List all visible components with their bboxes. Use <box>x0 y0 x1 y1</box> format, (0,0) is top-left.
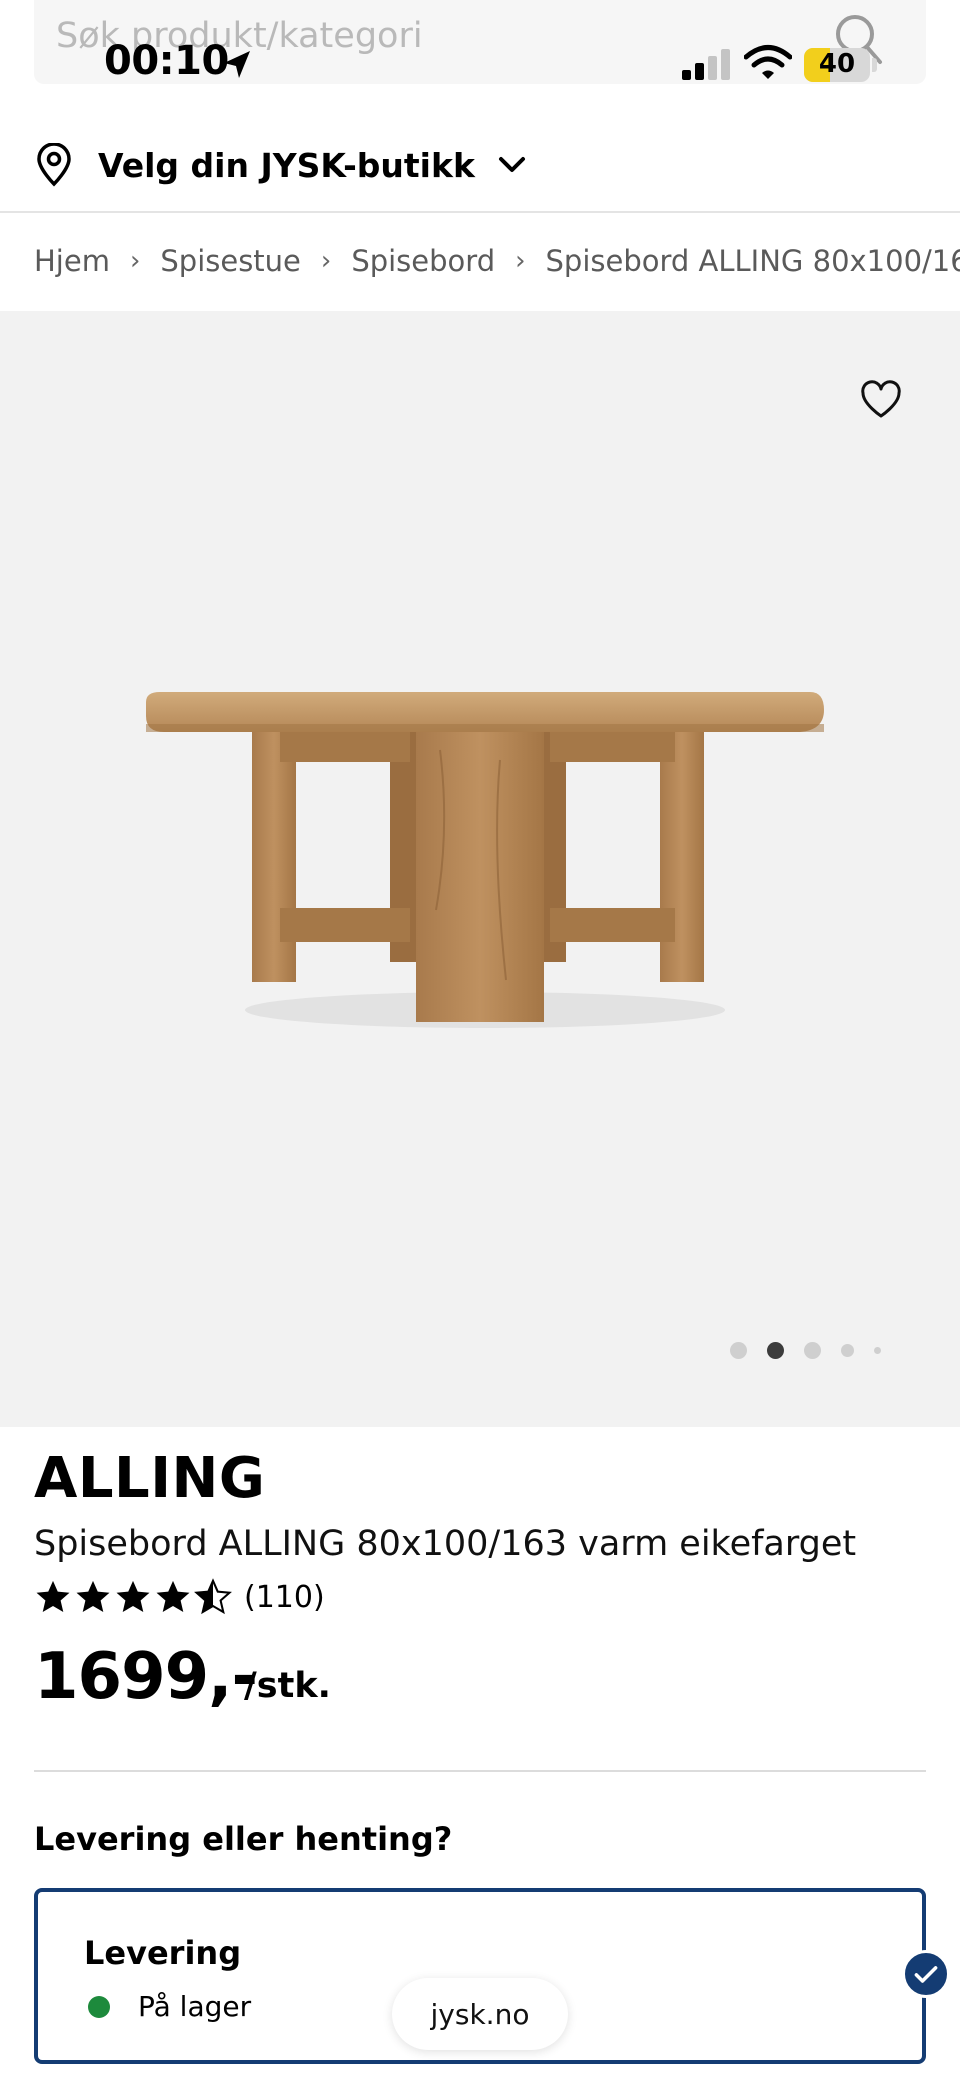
section-divider <box>34 1770 926 1772</box>
location-arrow-icon <box>224 51 250 78</box>
checkmark-selected-icon <box>902 1950 950 1998</box>
gallery-dot[interactable] <box>730 1342 747 1359</box>
cellular-signal-icon <box>682 49 730 80</box>
browser-url: jysk.no <box>430 1997 530 2031</box>
star-full-icon <box>156 1580 190 1613</box>
product-rating[interactable]: (110) <box>34 1578 325 1616</box>
delivery-option-title: Levering <box>84 1934 242 1972</box>
product-brand: ALLING <box>34 1446 266 1511</box>
gallery-dot[interactable] <box>841 1344 854 1357</box>
battery-cap <box>872 58 877 72</box>
header-divider <box>0 211 960 213</box>
gallery-dot[interactable] <box>874 1347 881 1354</box>
price-unit: /stk. <box>244 1666 331 1706</box>
store-picker-label: Velg din JYSK-butikk <box>98 145 475 185</box>
product-image <box>146 692 824 1028</box>
breadcrumb-item-current: Spisebord ALLING 80x100/163 varr <box>545 244 960 278</box>
browser-url-pill[interactable]: jysk.no <box>392 1978 568 2050</box>
store-picker[interactable]: Velg din JYSK-butikk <box>34 140 527 190</box>
breadcrumb-separator-icon: › <box>129 246 141 276</box>
stock-status: På lager <box>84 1990 251 2023</box>
star-full-icon <box>76 1580 110 1613</box>
gallery-dot[interactable] <box>804 1342 821 1359</box>
status-time: 00:10 <box>104 38 229 84</box>
product-name: Spisebord ALLING 80x100/163 varm eikefar… <box>34 1524 857 1564</box>
wifi-icon <box>744 45 792 79</box>
breadcrumb-item-dining-tables[interactable]: Spisebord <box>351 244 495 278</box>
stock-status-label: På lager <box>138 1990 252 2023</box>
heart-favorite-icon[interactable] <box>860 380 902 420</box>
chevron-down-icon <box>498 157 525 172</box>
location-pin-icon <box>37 143 71 187</box>
product-price: 1699,- <box>34 1640 258 1714</box>
breadcrumb-item-home[interactable]: Hjem <box>34 244 110 278</box>
star-half-icon <box>194 1578 232 1615</box>
breadcrumb-item-dining-room[interactable]: Spisestue <box>160 244 301 278</box>
breadcrumb-separator-icon: › <box>320 246 332 276</box>
breadcrumb: Hjem › Spisestue › Spisebord › Spisebord… <box>34 244 960 278</box>
battery-level-text: 40 <box>818 49 856 79</box>
in-stock-dot-icon <box>88 1995 110 2018</box>
star-full-icon <box>36 1580 70 1613</box>
breadcrumb-separator-icon: › <box>515 246 526 276</box>
battery-indicator: 40 <box>804 48 870 82</box>
delivery-question: Levering eller henting? <box>34 1820 453 1858</box>
gallery-dot-active[interactable] <box>767 1342 784 1359</box>
star-full-icon <box>116 1580 150 1613</box>
gallery-pagination <box>730 1342 901 1359</box>
rating-count: (110) <box>244 1579 325 1615</box>
